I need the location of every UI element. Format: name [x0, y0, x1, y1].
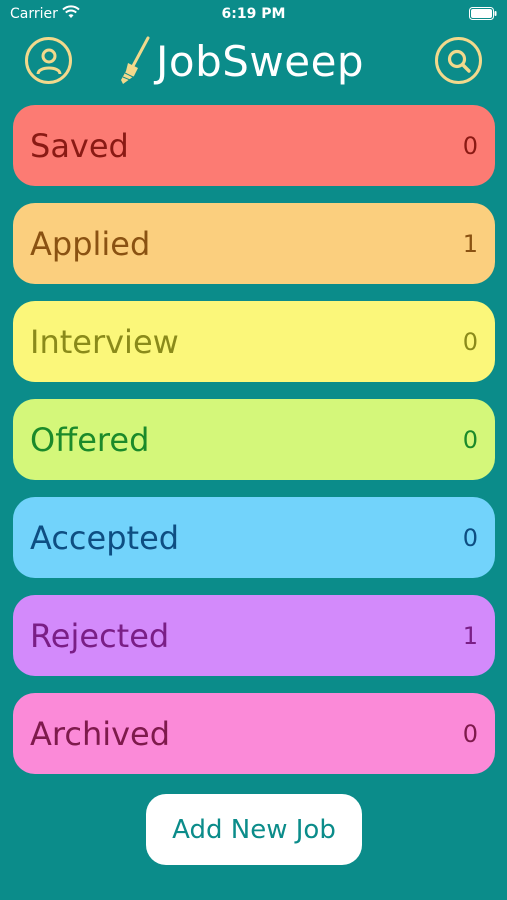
- status-card-saved[interactable]: Saved 0: [13, 105, 495, 186]
- status-count: 0: [462, 523, 478, 552]
- add-new-job-button[interactable]: Add New Job: [146, 794, 362, 865]
- status-card-offered[interactable]: Offered 0: [13, 399, 495, 480]
- status-label: Applied: [30, 224, 151, 263]
- status-card-archived[interactable]: Archived 0: [13, 693, 495, 774]
- battery-icon: [469, 7, 497, 20]
- app-title: JobSweep: [156, 36, 365, 86]
- status-count: 1: [462, 621, 478, 650]
- status-card-accepted[interactable]: Accepted 0: [13, 497, 495, 578]
- status-count: 0: [462, 327, 478, 356]
- status-label: Interview: [30, 322, 179, 361]
- status-count: 0: [462, 425, 478, 454]
- status-label: Saved: [30, 126, 129, 165]
- broom-icon: [121, 36, 150, 84]
- search-button[interactable]: [435, 37, 482, 84]
- status-label: Rejected: [30, 616, 170, 655]
- profile-button[interactable]: [25, 37, 72, 84]
- status-count: 1: [462, 229, 478, 258]
- status-label: Archived: [30, 714, 171, 753]
- app-brand: JobSweep: [118, 32, 364, 90]
- job-status-list: Saved 0 Applied 1 Interview 0 Offered 0 …: [13, 105, 495, 791]
- app-header: JobSweep: [0, 28, 507, 98]
- clock-time: 6:19 PM: [221, 6, 286, 22]
- status-count: 0: [462, 719, 478, 748]
- status-bar: Carrier 6:19 PM: [0, 0, 507, 28]
- status-count: 0: [462, 131, 478, 160]
- status-card-applied[interactable]: Applied 1: [13, 203, 495, 284]
- status-label: Offered: [30, 420, 150, 459]
- person-circle-icon: [36, 48, 61, 74]
- magnifier-icon: [447, 49, 471, 73]
- status-label: Accepted: [30, 518, 180, 557]
- status-card-rejected[interactable]: Rejected 1: [13, 595, 495, 676]
- status-card-interview[interactable]: Interview 0: [13, 301, 495, 382]
